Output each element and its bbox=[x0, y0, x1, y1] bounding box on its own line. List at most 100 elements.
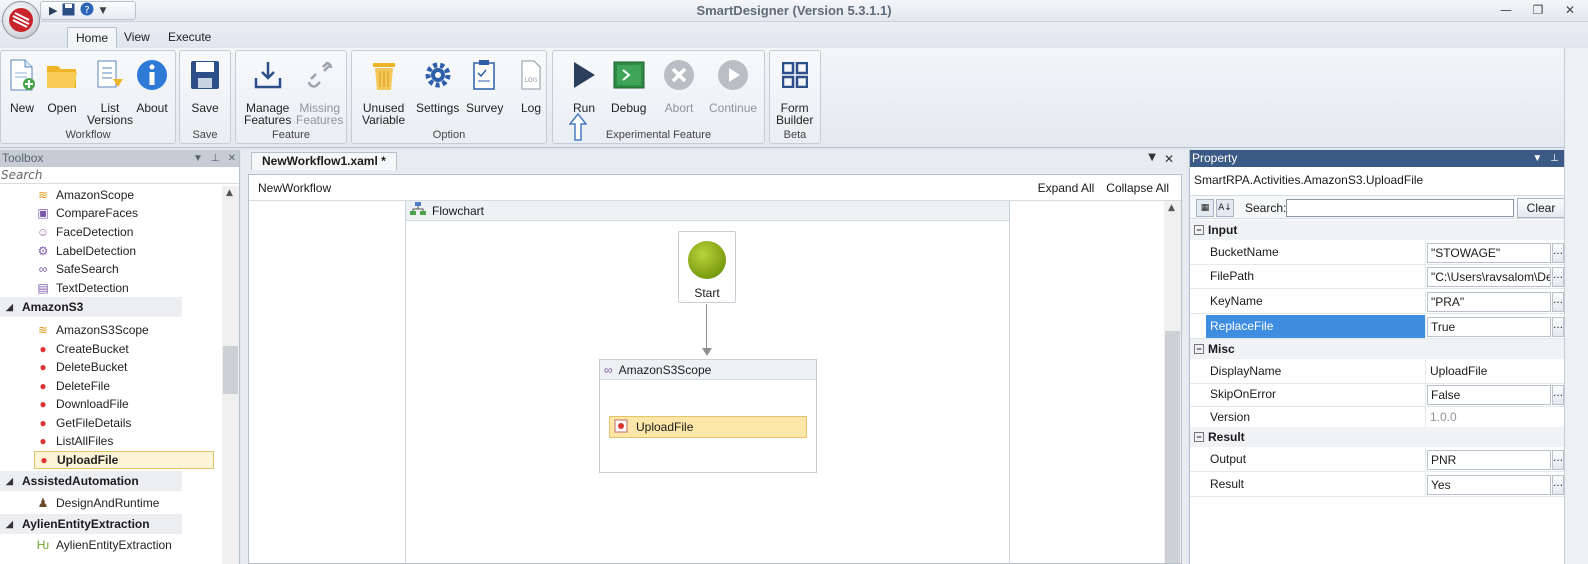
property-name[interactable]: Output bbox=[1206, 448, 1426, 471]
tab-execute[interactable]: Execute bbox=[160, 27, 219, 48]
toolbox-group-amazons3[interactable]: ◢ AmazonS3 bbox=[0, 297, 182, 317]
property-name[interactable]: FilePath bbox=[1206, 265, 1426, 288]
document-dropdown-icon[interactable]: ▼ bbox=[1148, 152, 1156, 166]
ellipsis-button[interactable]: … bbox=[1552, 267, 1564, 287]
survey-button[interactable]: Survey bbox=[466, 57, 503, 114]
unused-variable-button[interactable]: Unused Variable bbox=[362, 57, 405, 126]
breadcrumb-bar: NewWorkflow Expand All Collapse All bbox=[249, 175, 1181, 201]
toolbox-item[interactable]: ● GetFileDetails bbox=[36, 414, 131, 432]
flowchart-container[interactable]: Flowchart Start ∞ AmazonS3Scope UploadFi… bbox=[405, 201, 1010, 564]
toolbox-item[interactable]: ● DownloadFile bbox=[36, 395, 128, 413]
property-value-input[interactable]: "PRA" bbox=[1427, 292, 1551, 312]
toolbox-item[interactable]: ⚙ LabelDetection bbox=[36, 242, 136, 260]
property-value-input[interactable]: False bbox=[1427, 385, 1551, 405]
document-close-icon[interactable]: ✕ bbox=[1164, 152, 1174, 166]
toolbox-item[interactable]: ● DeleteBucket bbox=[36, 358, 127, 376]
toolbox-item[interactable]: ● CreateBucket bbox=[36, 340, 128, 358]
canvas-scroll-thumb[interactable] bbox=[1165, 331, 1180, 563]
toolbox-item[interactable]: ☺ FaceDetection bbox=[36, 223, 134, 241]
categorized-view-icon[interactable]: ▦ bbox=[1196, 199, 1214, 217]
toolbox-item[interactable]: ♟ DesignAndRuntime bbox=[36, 494, 160, 512]
property-value-input[interactable]: Yes bbox=[1427, 475, 1551, 495]
clear-button[interactable]: Clear bbox=[1517, 198, 1565, 218]
alphabetical-sort-icon[interactable]: A↓ bbox=[1216, 199, 1234, 217]
scope-header[interactable]: ∞ AmazonS3Scope bbox=[600, 360, 816, 380]
property-name[interactable]: DisplayName bbox=[1206, 360, 1426, 383]
category-misc[interactable]: − Misc bbox=[1190, 339, 1565, 359]
toolbox-item[interactable]: ▣ CompareFaces bbox=[36, 204, 138, 222]
property-name[interactable]: KeyName bbox=[1206, 290, 1426, 313]
settings-button[interactable]: Settings bbox=[416, 57, 459, 114]
close-icon[interactable]: ✕ bbox=[1562, 2, 1578, 18]
property-value-input[interactable]: UploadFile bbox=[1427, 362, 1551, 382]
missing-features-button[interactable]: Missing Features bbox=[296, 57, 343, 126]
breadcrumb[interactable]: NewWorkflow bbox=[258, 181, 331, 195]
toolbox-close-icon[interactable]: ✕ bbox=[228, 150, 236, 167]
collapse-all-link[interactable]: Collapse All bbox=[1106, 181, 1169, 195]
ellipsis-button[interactable]: … bbox=[1552, 475, 1564, 495]
category-result[interactable]: − Result bbox=[1190, 427, 1565, 447]
toolbox-item[interactable]: ≋ AmazonScope bbox=[36, 186, 134, 204]
toolbox-search-input[interactable]: Search bbox=[0, 168, 239, 184]
continue-button[interactable]: Continue bbox=[709, 57, 757, 114]
toolbox-item[interactable]: ● DeleteFile bbox=[36, 377, 110, 395]
amazons3-scope-node[interactable]: ∞ AmazonS3Scope UploadFile bbox=[599, 359, 817, 473]
title-bar: ▶ ? ▼ SmartDesigner (Version 5.3.1.1) — … bbox=[0, 0, 1588, 39]
about-button[interactable]: About bbox=[135, 57, 169, 114]
flow-connector[interactable] bbox=[706, 304, 707, 350]
scroll-up-icon[interactable]: ▲ bbox=[226, 188, 233, 198]
ellipsis-button[interactable]: … bbox=[1552, 385, 1564, 405]
upload-file-activity[interactable]: UploadFile bbox=[609, 416, 807, 438]
expand-all-link[interactable]: Expand All bbox=[1038, 181, 1095, 195]
designer-canvas[interactable]: NewWorkflow Expand All Collapse All Flow… bbox=[248, 174, 1182, 564]
canvas-scrollbar[interactable]: ▲ bbox=[1164, 201, 1181, 563]
ellipsis-button[interactable]: … bbox=[1552, 317, 1564, 337]
run-button[interactable]: Run bbox=[567, 57, 601, 114]
toolbox-group-assisted[interactable]: ◢ AssistedAutomation bbox=[0, 471, 182, 491]
property-name[interactable]: BucketName bbox=[1206, 241, 1426, 264]
app-logo-button[interactable] bbox=[2, 1, 40, 39]
toolbox-dropdown-icon[interactable]: ▼ bbox=[193, 150, 203, 167]
ellipsis-button[interactable]: … bbox=[1552, 243, 1564, 263]
ellipsis-button[interactable]: … bbox=[1552, 292, 1564, 312]
open-button[interactable]: Open bbox=[45, 57, 79, 114]
save-button[interactable]: Save bbox=[188, 57, 222, 114]
category-input[interactable]: − Input bbox=[1190, 220, 1565, 240]
tab-view[interactable]: View bbox=[116, 27, 158, 48]
list-versions-button[interactable]: List Versions bbox=[87, 57, 133, 126]
property-name[interactable]: Result bbox=[1206, 473, 1426, 496]
debug-button[interactable]: Debug bbox=[611, 57, 646, 114]
toolbox-scroll-thumb[interactable] bbox=[223, 346, 238, 394]
toolbox-item[interactable]: ● ListAllFiles bbox=[36, 432, 113, 450]
toolbox-item[interactable]: ≋ AmazonS3Scope bbox=[36, 321, 149, 339]
toolbox-pin-icon[interactable]: ⊥ bbox=[211, 150, 220, 167]
log-button[interactable]: LOG Log bbox=[514, 57, 548, 114]
scroll-up-icon[interactable]: ▲ bbox=[1168, 203, 1175, 213]
property-name[interactable]: SkipOnError bbox=[1206, 383, 1426, 406]
abort-button[interactable]: Abort bbox=[662, 57, 696, 114]
toolbox-scrollbar[interactable]: ▲ bbox=[222, 186, 239, 564]
restore-icon[interactable]: ❐ bbox=[1530, 2, 1546, 18]
property-search-input[interactable] bbox=[1286, 199, 1514, 217]
flowchart-header[interactable]: Flowchart bbox=[406, 201, 1009, 221]
form-builder-button[interactable]: Form Builder bbox=[776, 57, 813, 126]
property-dropdown-icon[interactable]: ▼ bbox=[1532, 150, 1542, 167]
document-tab[interactable]: NewWorkflow1.xaml * bbox=[251, 152, 397, 170]
property-value-input[interactable]: "C:\Users\ravsalom\De bbox=[1427, 267, 1551, 287]
toolbox-group-aylien[interactable]: ◢ AylienEntityExtraction bbox=[0, 514, 182, 534]
manage-features-button[interactable]: Manage Features bbox=[244, 57, 291, 126]
new-button[interactable]: New bbox=[5, 57, 39, 114]
start-node[interactable]: Start bbox=[678, 231, 736, 303]
tab-home[interactable]: Home bbox=[67, 27, 118, 48]
toolbox-item[interactable]: ▤ TextDetection bbox=[36, 279, 128, 297]
toolbox-item[interactable]: Ƕ AylienEntityExtraction bbox=[36, 536, 172, 554]
ellipsis-button[interactable]: … bbox=[1552, 450, 1564, 470]
property-value-input[interactable]: True bbox=[1427, 317, 1551, 337]
property-pin-icon[interactable]: ⊥ bbox=[1550, 150, 1559, 167]
toolbox-item-selected[interactable]: ● UploadFile bbox=[34, 451, 214, 469]
property-name-selected[interactable]: ReplaceFile bbox=[1206, 315, 1426, 338]
property-value-input[interactable]: PNR bbox=[1427, 450, 1551, 470]
minimize-icon[interactable]: — bbox=[1498, 2, 1514, 18]
toolbox-item[interactable]: ∞ SafeSearch bbox=[36, 260, 119, 278]
property-value-input[interactable]: "STOWAGE" bbox=[1427, 243, 1551, 263]
